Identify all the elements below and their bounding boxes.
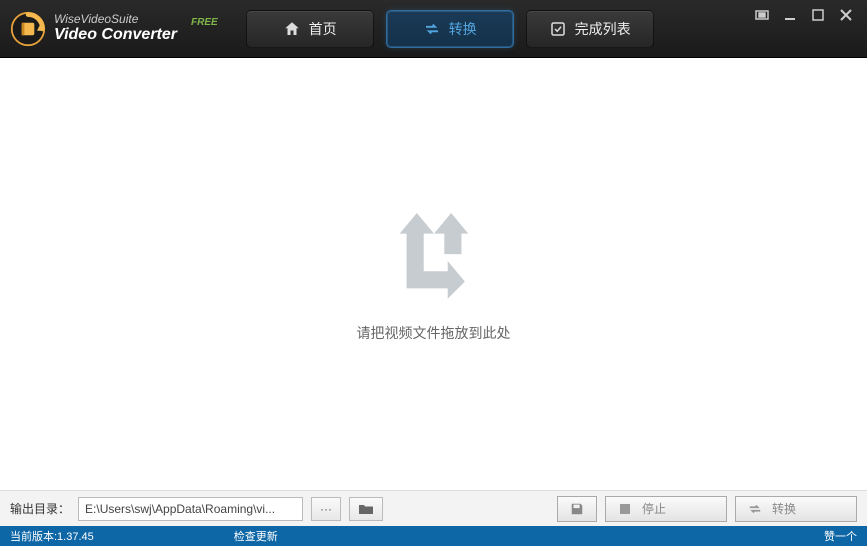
tab-convert[interactable]: 转换 — [386, 10, 514, 48]
free-badge: FREE — [191, 17, 218, 28]
stop-icon — [618, 502, 632, 516]
titlebar: WiseVideoSuite Video Converter FREE 首页 转… — [0, 0, 867, 58]
status-bar: 当前版本:1.37.45 检查更新 赞一个 — [0, 526, 867, 546]
like-link[interactable]: 赞一个 — [824, 528, 857, 544]
folder-icon — [358, 503, 374, 515]
tab-completed[interactable]: 完成列表 — [526, 10, 654, 48]
tab-home[interactable]: 首页 — [246, 10, 374, 48]
logo-area: WiseVideoSuite Video Converter FREE — [10, 11, 218, 47]
browse-button[interactable]: ··· — [311, 497, 341, 521]
drop-arrows-icon — [374, 205, 494, 305]
drop-zone[interactable]: 请把视频文件拖放到此处 — [0, 58, 867, 490]
version-label: 当前版本:1.37.45 — [10, 528, 94, 544]
check-update-link[interactable]: 检查更新 — [234, 528, 278, 544]
maximize-button[interactable] — [809, 6, 827, 24]
nav-tabs: 首页 转换 完成列表 — [246, 10, 654, 48]
app-logo-icon — [10, 11, 46, 47]
output-dir-label: 输出目录： — [10, 500, 70, 517]
bottom-toolbar: 输出目录： E:\Users\swj\AppData\Roaming\vi...… — [0, 490, 867, 526]
convert-button-label: 转换 — [772, 500, 796, 517]
tab-convert-label: 转换 — [449, 19, 477, 39]
checklist-icon — [549, 20, 567, 38]
save-icon — [570, 502, 584, 516]
window-controls — [753, 6, 859, 24]
tab-home-label: 首页 — [309, 19, 337, 39]
convert-action-icon — [748, 502, 762, 516]
drop-hint-text: 请把视频文件拖放到此处 — [357, 323, 511, 343]
compact-button[interactable] — [753, 6, 771, 24]
save-preset-button[interactable] — [557, 496, 597, 522]
minimize-button[interactable] — [781, 6, 799, 24]
open-folder-button[interactable] — [349, 497, 383, 521]
stop-button[interactable]: 停止 — [605, 496, 727, 522]
convert-button[interactable]: 转换 — [735, 496, 857, 522]
stop-button-label: 停止 — [642, 500, 666, 517]
output-dir-path[interactable]: E:\Users\swj\AppData\Roaming\vi... — [78, 497, 303, 521]
close-button[interactable] — [837, 6, 855, 24]
brand-line2: Video Converter — [54, 26, 177, 44]
home-icon — [283, 20, 301, 38]
convert-icon — [423, 20, 441, 38]
brand-line1: WiseVideoSuite — [54, 13, 177, 26]
tab-completed-label: 完成列表 — [575, 19, 631, 39]
